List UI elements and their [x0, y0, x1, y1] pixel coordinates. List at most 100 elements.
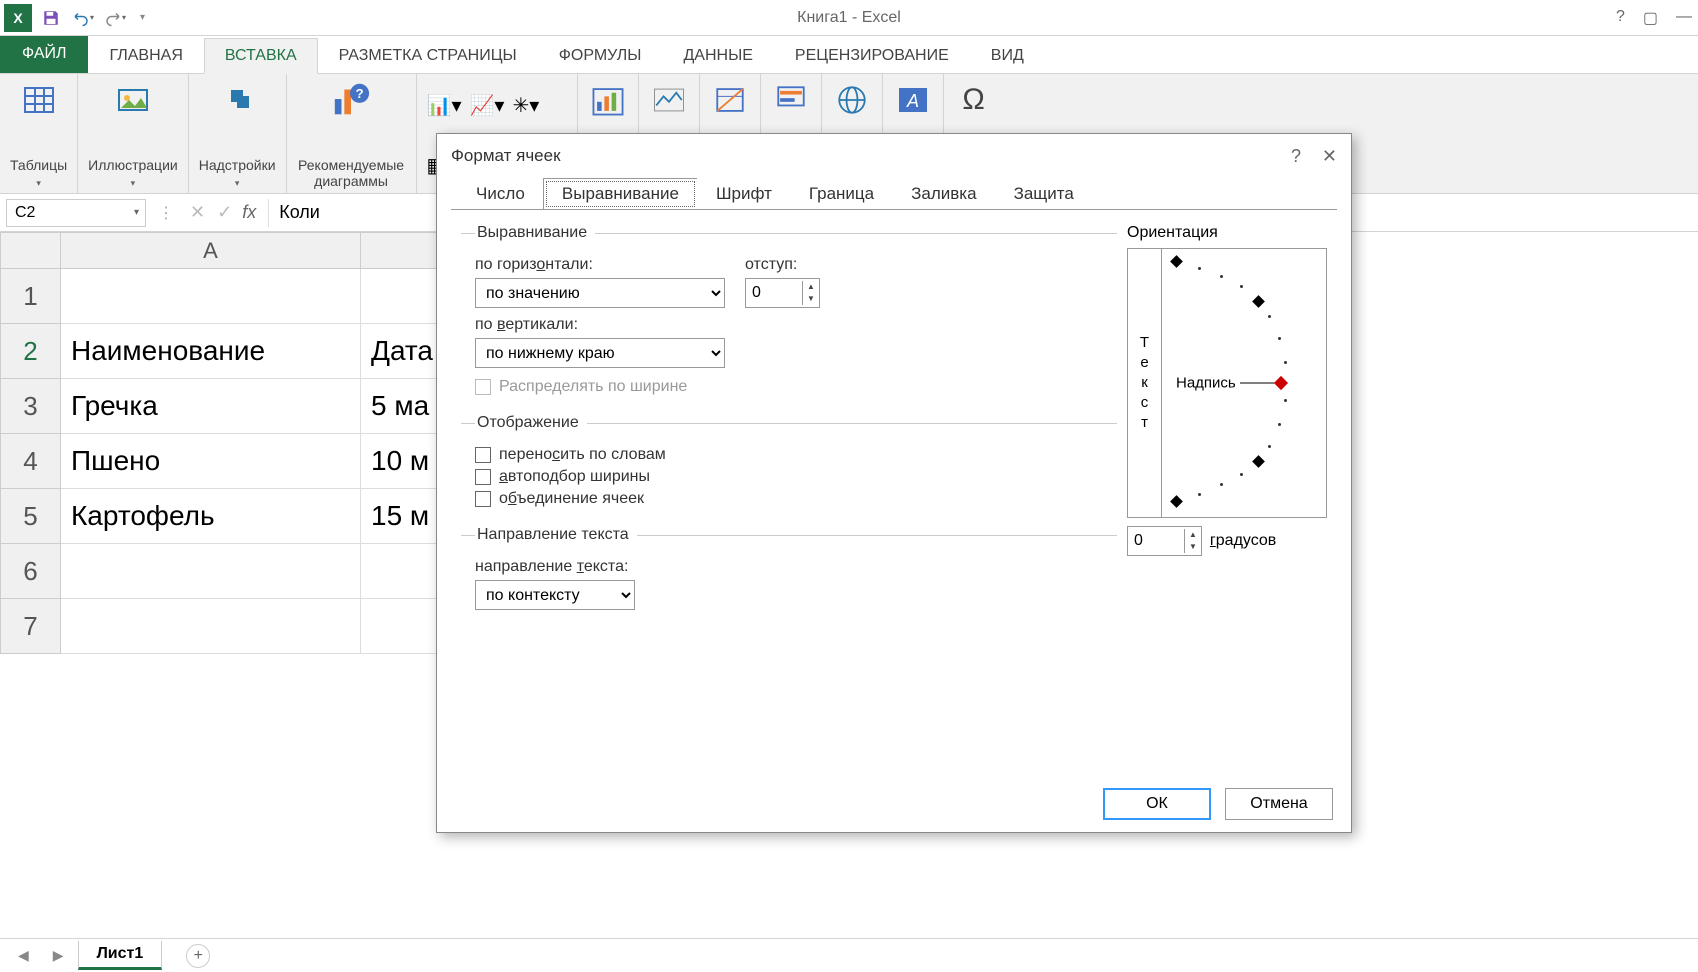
spinner-up-icon[interactable]: ▲	[1185, 529, 1201, 541]
save-button[interactable]	[38, 5, 64, 31]
column-header-a[interactable]: A	[61, 233, 361, 269]
radar-chart-icon[interactable]: ✳▾	[512, 93, 539, 118]
row-header[interactable]: 3	[1, 379, 61, 434]
display-section: Отображение переносить по словам автопод…	[461, 414, 1117, 518]
cell[interactable]	[61, 544, 361, 599]
ribbon-display-icon[interactable]: ▢	[1643, 8, 1658, 28]
svg-text:?: ?	[356, 86, 364, 101]
minimize-icon[interactable]: —	[1676, 8, 1692, 28]
dialog-tab-fill[interactable]: Заливка	[892, 178, 995, 210]
ok-button[interactable]: ОК	[1103, 788, 1211, 820]
fx-icon[interactable]: fx	[242, 202, 268, 223]
orientation-control[interactable]: Текст Надпись	[1127, 248, 1327, 518]
namebox-expand-icon[interactable]: ⋮	[152, 203, 180, 223]
degrees-input[interactable]	[1128, 532, 1184, 550]
dialog-tab-border[interactable]: Граница	[790, 178, 893, 210]
illustrations-button[interactable]	[113, 80, 153, 120]
alignment-section: Выравнивание по горизонтали: по значению…	[461, 224, 1117, 406]
orientation-handle[interactable]	[1274, 376, 1288, 390]
cell[interactable]	[61, 269, 361, 324]
symbol-icon[interactable]: Ω	[954, 80, 994, 120]
quick-access-toolbar: X ▾ ▾ ▾	[0, 4, 145, 32]
redo-button[interactable]: ▾	[102, 5, 128, 31]
indent-spinner[interactable]: ▲▼	[745, 278, 820, 308]
ribbon-group-charts: ? Рекомендуемые диаграммы	[287, 74, 417, 193]
addins-button[interactable]	[217, 80, 257, 120]
tab-page-layout[interactable]: РАЗМЕТКА СТРАНИЦЫ	[318, 37, 538, 73]
dialog-title-text: Формат ячеек	[451, 146, 561, 166]
chart-help-icon: ?	[331, 80, 371, 120]
slicer-icon[interactable]	[710, 80, 750, 120]
tab-data[interactable]: ДАННЫЕ	[662, 37, 773, 73]
cell[interactable]	[61, 599, 361, 654]
sparkline-icon[interactable]	[649, 80, 689, 120]
indent-input[interactable]	[746, 284, 802, 302]
bar-chart-icon[interactable]: 📊▾	[427, 93, 462, 118]
qat-customize-icon[interactable]: ▾	[134, 12, 145, 23]
new-sheet-button[interactable]: +	[186, 944, 210, 968]
dialog-tab-number[interactable]: Число	[457, 178, 544, 210]
name-box[interactable]: C2	[6, 199, 146, 227]
row-header[interactable]: 1	[1, 269, 61, 324]
dialog-close-icon[interactable]: ✕	[1322, 146, 1337, 167]
dialog-tab-font[interactable]: Шрифт	[697, 178, 791, 210]
row-header[interactable]: 4	[1, 434, 61, 489]
spinner-down-icon[interactable]: ▼	[1185, 541, 1201, 553]
row-header[interactable]: 7	[1, 599, 61, 654]
dialog-tab-protection[interactable]: Защита	[995, 178, 1093, 210]
horizontal-align-select[interactable]: по значению	[475, 278, 725, 308]
row-header[interactable]: 2	[1, 324, 61, 379]
select-all-corner[interactable]	[1, 233, 61, 269]
dialog-button-row: ОК Отмена	[437, 776, 1351, 832]
window-title: Книга1 - Excel	[797, 9, 901, 27]
tab-file[interactable]: ФАЙЛ	[0, 35, 88, 73]
cell[interactable]: Гречка	[61, 379, 361, 434]
undo-button[interactable]: ▾	[70, 5, 96, 31]
svg-text:A: A	[906, 91, 919, 111]
addins-label: Надстройки	[199, 157, 276, 173]
tab-view[interactable]: ВИД	[970, 37, 1045, 73]
recommended-charts-button[interactable]: ?	[331, 80, 371, 120]
help-icon[interactable]: ?	[1616, 8, 1625, 28]
row-header[interactable]: 5	[1, 489, 61, 544]
dialog-tab-alignment[interactable]: Выравнивание	[543, 178, 698, 210]
line-chart-icon[interactable]: 📈▾	[470, 93, 505, 118]
tab-home[interactable]: ГЛАВНАЯ	[88, 37, 203, 73]
textbox-icon[interactable]: A	[893, 80, 933, 120]
orientation-dial[interactable]: Надпись	[1162, 249, 1326, 517]
row-header[interactable]: 6	[1, 544, 61, 599]
pivot-chart-icon[interactable]	[588, 80, 628, 120]
cell[interactable]: Пшено	[61, 434, 361, 489]
format-cells-dialog: Формат ячеек ? ✕ Число Выравнивание Шриф…	[436, 133, 1352, 833]
sheet-tab-bar: ◀ ▶ Лист1 +	[0, 938, 1698, 972]
enter-formula-icon[interactable]: ✓	[217, 202, 232, 223]
cancel-button[interactable]: Отмена	[1225, 788, 1333, 820]
merge-cells-check[interactable]: объединение ячеек	[475, 490, 1117, 508]
vertical-text-button[interactable]: Текст	[1128, 249, 1162, 517]
tab-insert[interactable]: ВСТАВКА	[204, 38, 318, 74]
vertical-align-select[interactable]: по нижнему краю	[475, 338, 725, 368]
cancel-formula-icon[interactable]: ✕	[190, 202, 205, 223]
direction-legend: Направление текста	[475, 526, 637, 544]
shrink-fit-check[interactable]: автоподбор ширины	[475, 468, 1117, 486]
timeline-icon[interactable]	[771, 80, 811, 120]
tab-review[interactable]: РЕЦЕНЗИРОВАНИЕ	[774, 37, 970, 73]
sheet-nav-next-icon[interactable]: ▶	[43, 947, 74, 964]
wrap-text-check[interactable]: переносить по словам	[475, 446, 1117, 464]
sheet-nav-prev-icon[interactable]: ◀	[8, 947, 39, 964]
tab-formulas[interactable]: ФОРМУЛЫ	[538, 37, 663, 73]
hyperlink-icon[interactable]	[832, 80, 872, 120]
dialog-help-icon[interactable]: ?	[1291, 146, 1301, 167]
tables-button[interactable]	[19, 80, 59, 120]
spinner-up-icon[interactable]: ▲	[803, 281, 819, 293]
title-bar: X ▾ ▾ ▾ Книга1 - Excel ? ▢ —	[0, 0, 1698, 36]
spinner-down-icon[interactable]: ▼	[803, 293, 819, 305]
dialog-body: Выравнивание по горизонтали: по значению…	[451, 209, 1337, 776]
cell[interactable]: Картофель	[61, 489, 361, 544]
degrees-spinner[interactable]: ▲▼	[1127, 526, 1202, 556]
text-direction-select[interactable]: по контексту	[475, 580, 635, 610]
degrees-row: ▲▼ градусов	[1127, 526, 1327, 556]
sheet-tab[interactable]: Лист1	[78, 941, 163, 970]
cell[interactable]: Наименование	[61, 324, 361, 379]
table-icon	[19, 80, 59, 120]
